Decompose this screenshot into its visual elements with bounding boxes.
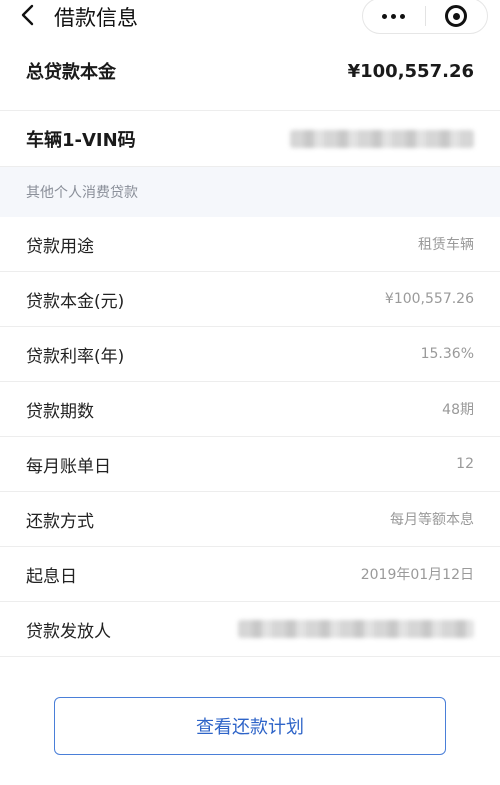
- total-principal-row: 总贷款本金 ¥100,557.26: [0, 32, 500, 111]
- mini-program-capsule: [362, 0, 488, 34]
- row-label: 贷款用途: [26, 236, 94, 257]
- lender-row: 贷款发放人: [0, 602, 500, 657]
- total-principal-label: 总贷款本金: [26, 62, 116, 83]
- page-title: 借款信息: [54, 6, 138, 30]
- section-header: 其他个人消费贷款: [0, 167, 500, 217]
- value-date-row: 起息日 2019年01月12日: [0, 547, 500, 602]
- billing-day-row: 每月账单日 12: [0, 437, 500, 492]
- navigation-bar: 借款信息: [0, 0, 500, 34]
- chevron-left-icon: [21, 4, 34, 26]
- loan-term-row: 贷款期数 48期: [0, 382, 500, 437]
- row-value: 12: [456, 456, 474, 472]
- row-label: 每月账单日: [26, 456, 111, 477]
- interest-rate-row: 贷款利率(年) 15.36%: [0, 327, 500, 382]
- lender-value-blurred: [238, 620, 474, 638]
- vin-row: 车辆1-VIN码: [0, 111, 500, 167]
- vin-value-blurred: [290, 129, 474, 148]
- row-value: 48期: [442, 402, 474, 418]
- row-label: 还款方式: [26, 511, 94, 532]
- repayment-method-row: 还款方式 每月等额本息: [0, 492, 500, 547]
- target-close-icon: [445, 5, 468, 27]
- row-value: 2019年01月12日: [360, 567, 474, 583]
- view-repayment-plan-button[interactable]: 查看还款计划: [54, 697, 446, 755]
- row-label: 贷款利率(年): [26, 346, 125, 367]
- more-icon: [382, 13, 388, 19]
- loan-purpose-row: 贷款用途 租赁车辆: [0, 217, 500, 272]
- row-value: 15.36%: [420, 346, 474, 362]
- row-label: 贷款本金(元): [26, 291, 125, 312]
- row-value: 租赁车辆: [418, 237, 474, 253]
- more-button[interactable]: [363, 0, 425, 33]
- close-button[interactable]: [426, 0, 488, 33]
- loan-principal-row: 贷款本金(元) ¥100,557.26: [0, 272, 500, 327]
- row-label: 起息日: [26, 566, 77, 587]
- total-principal-value: ¥100,557.26: [347, 60, 474, 82]
- row-label: 贷款期数: [26, 401, 94, 422]
- vin-label: 车辆1-VIN码: [26, 129, 136, 151]
- action-area: 查看还款计划: [0, 657, 500, 755]
- back-button[interactable]: [16, 4, 38, 26]
- row-label: 贷款发放人: [26, 621, 111, 642]
- row-value: ¥100,557.26: [384, 291, 474, 307]
- row-value: 每月等额本息: [390, 512, 474, 528]
